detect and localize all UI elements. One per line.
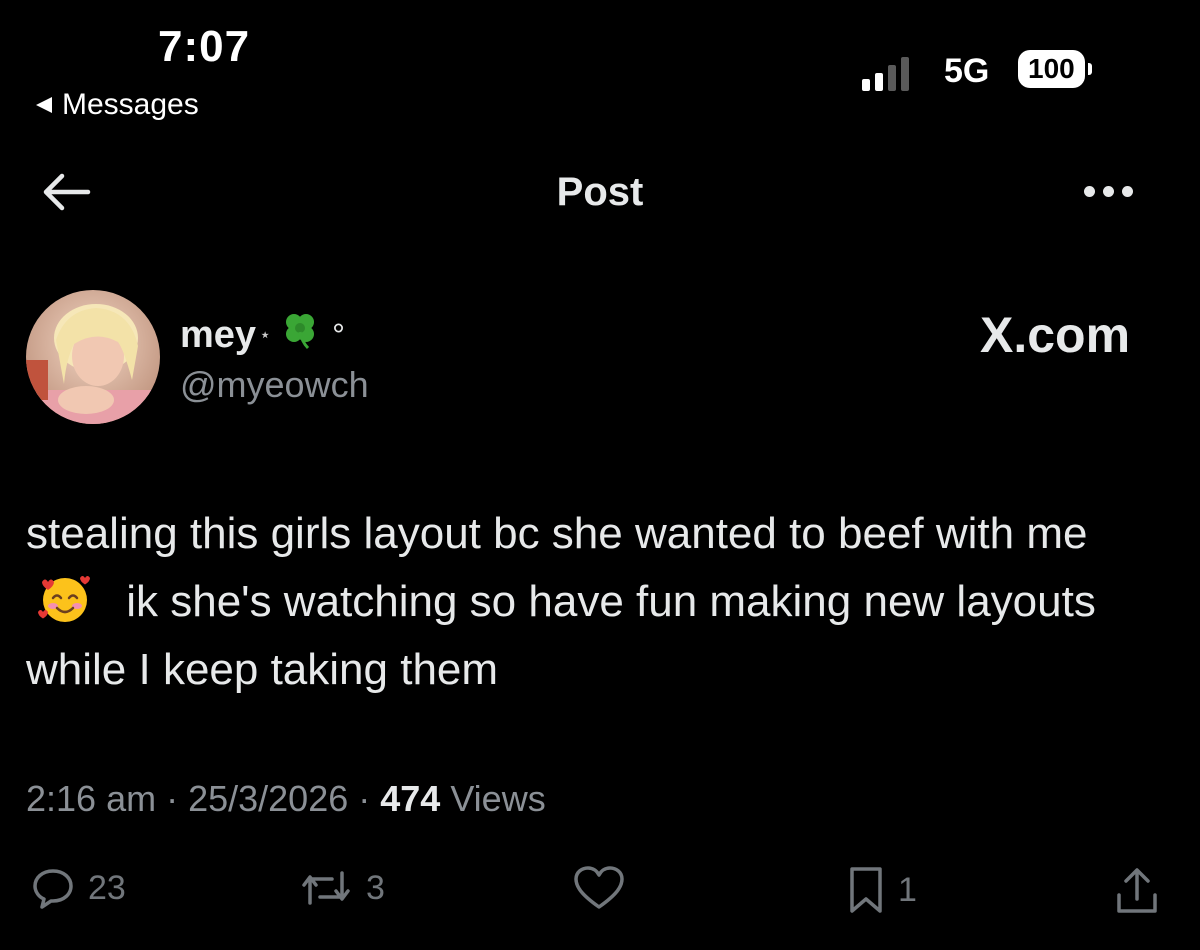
- author-name-text: mey: [180, 313, 257, 356]
- post-text: stealing this girls layout bc she wanted…: [26, 500, 1176, 704]
- network-type: 5G: [944, 52, 990, 90]
- speech-bubble-icon: [33, 869, 73, 909]
- post-text-part-1: stealing this girls layout bc she wanted…: [26, 509, 1088, 558]
- author-display-name[interactable]: mey ⋆ °: [180, 310, 345, 360]
- more-options-button[interactable]: [1084, 186, 1133, 197]
- back-to-messages-button[interactable]: Messages: [36, 88, 199, 122]
- name-star-decoration: ⋆: [260, 327, 271, 344]
- post-date: 25/3/2026: [188, 778, 349, 819]
- share-button[interactable]: [1114, 865, 1160, 917]
- bookmark-count: 1: [898, 870, 917, 909]
- more-dot: [1103, 186, 1114, 197]
- source-label: X.com: [980, 307, 1131, 363]
- share-icon: [1117, 868, 1157, 913]
- status-time: 7:07: [158, 22, 251, 71]
- action-bar: 23 3 1: [0, 865, 1200, 925]
- more-dot: [1122, 186, 1133, 197]
- more-horizontal-icon: [1084, 186, 1095, 197]
- author-handle[interactable]: @myeowch: [180, 364, 369, 406]
- like-button[interactable]: [572, 865, 626, 911]
- four-leaf-clover-icon: [280, 310, 320, 360]
- post-time: 2:16 am: [26, 778, 157, 819]
- repost-count: 3: [366, 868, 385, 907]
- smiling-face-with-hearts-icon: [36, 574, 94, 624]
- views-label: Views: [440, 778, 546, 819]
- back-triangle-icon: [36, 97, 52, 113]
- avatar-image: [26, 290, 160, 424]
- meta-separator: ·: [156, 778, 189, 819]
- back-to-messages-label: Messages: [62, 88, 199, 121]
- bookmark-icon: [850, 867, 882, 913]
- name-degree-decoration: °: [332, 316, 345, 353]
- page-title: Post: [556, 170, 644, 214]
- avatar[interactable]: [26, 290, 160, 424]
- battery-indicator: 100: [1018, 50, 1092, 88]
- reply-button[interactable]: 23: [30, 865, 126, 911]
- bookmark-button[interactable]: 1: [846, 865, 917, 915]
- reply-count: 23: [88, 868, 126, 907]
- meta-separator: ·: [348, 778, 381, 819]
- post-text-part-2: ik she's watching so have fun making new…: [26, 577, 1096, 694]
- cellular-signal-icon: [862, 55, 924, 91]
- views-count: 474: [380, 778, 441, 819]
- repost-arrows-icon: [302, 871, 350, 905]
- post-meta: 2:16 am · 25/3/2026 · 474 Views: [26, 778, 546, 820]
- repost-button[interactable]: 3: [298, 865, 385, 911]
- battery-nub: [1087, 63, 1092, 75]
- battery-level: 100: [1018, 50, 1085, 88]
- heart-icon: [574, 866, 624, 909]
